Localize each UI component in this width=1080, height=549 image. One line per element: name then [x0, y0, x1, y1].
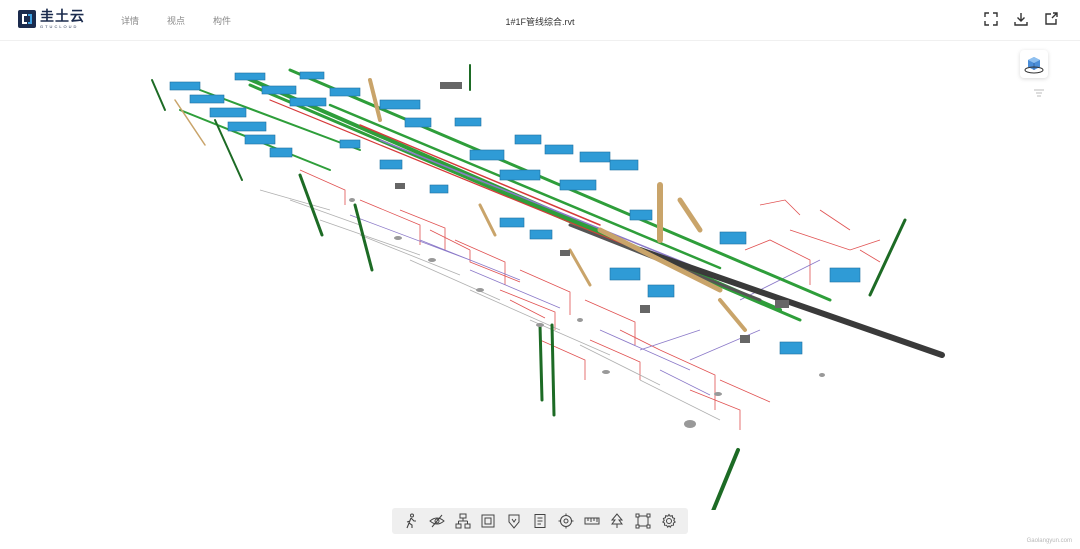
- bottom-toolbar: [392, 508, 688, 534]
- explode-icon[interactable]: [635, 513, 651, 529]
- measure-icon[interactable]: [584, 513, 600, 529]
- top-bar: 圭土云 GTUCLOUD 详情 视点 构件 1#1F管线综合.rvt: [0, 0, 1080, 41]
- view-cube-menu-icon[interactable]: [1034, 84, 1044, 97]
- fullscreen-icon[interactable]: [984, 12, 998, 26]
- marker-icon[interactable]: [506, 513, 522, 529]
- structure-icon[interactable]: [455, 513, 471, 529]
- view-cube[interactable]: [1020, 50, 1048, 78]
- section-box-icon[interactable]: [480, 513, 496, 529]
- share-icon[interactable]: [1044, 12, 1058, 26]
- settings-icon[interactable]: [661, 513, 677, 529]
- download-icon[interactable]: [1014, 12, 1028, 26]
- watermark: Gaolangyun.com: [1026, 538, 1072, 544]
- view-cube-icon: [1024, 57, 1044, 74]
- top-actions: [984, 12, 1058, 26]
- focus-icon[interactable]: [558, 513, 574, 529]
- file-title: 1#1F管线综合.rvt: [505, 17, 575, 27]
- bim-model-render: [151, 64, 945, 530]
- properties-icon[interactable]: [532, 513, 548, 529]
- tree-icon[interactable]: [609, 513, 625, 529]
- hide-icon[interactable]: [428, 513, 445, 529]
- walk-icon[interactable]: [403, 513, 419, 529]
- model-viewport[interactable]: [0, 40, 1080, 530]
